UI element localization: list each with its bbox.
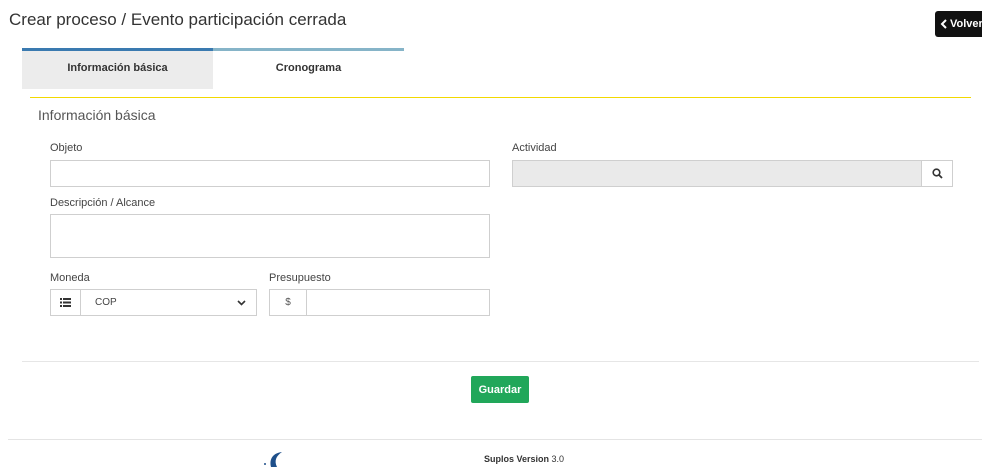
section-divider bbox=[30, 97, 971, 98]
objeto-label: Objeto bbox=[50, 142, 83, 154]
actividad-label: Actividad bbox=[512, 142, 557, 154]
version-number: 3.0 bbox=[551, 454, 565, 464]
presupuesto-prefix: $ bbox=[269, 289, 307, 316]
tab-bar: Información básica Cronograma bbox=[22, 48, 404, 89]
form-panel: Información básica Objeto Actividad Desc… bbox=[22, 89, 979, 362]
footer-divider bbox=[8, 439, 982, 440]
moneda-addon bbox=[50, 289, 81, 316]
moneda-select[interactable]: COP bbox=[80, 289, 257, 316]
footer-version: Suplos Version 3.0 bbox=[484, 454, 564, 464]
save-button[interactable]: Guardar bbox=[471, 376, 529, 403]
back-button-label: Volver bbox=[950, 18, 982, 30]
tab-informacion-basica[interactable]: Información básica bbox=[22, 48, 213, 89]
back-button[interactable]: Volver bbox=[935, 11, 982, 37]
objeto-input[interactable] bbox=[50, 160, 490, 187]
actividad-input bbox=[512, 160, 922, 187]
tab-cronograma[interactable]: Cronograma bbox=[213, 48, 404, 89]
search-icon bbox=[931, 168, 943, 179]
descripcion-label: Descripción / Alcance bbox=[50, 197, 156, 209]
currency-symbol: $ bbox=[285, 297, 291, 308]
moneda-label: Moneda bbox=[50, 272, 90, 284]
suplos-logo bbox=[264, 452, 282, 467]
descripcion-textarea[interactable] bbox=[50, 214, 490, 258]
list-icon bbox=[60, 298, 71, 307]
version-label: Suplos Version bbox=[484, 454, 550, 464]
presupuesto-input[interactable] bbox=[306, 289, 490, 316]
chevron-down-icon bbox=[237, 300, 246, 306]
moneda-selected-value: COP bbox=[95, 297, 117, 308]
chevron-left-icon bbox=[940, 19, 947, 29]
presupuesto-label: Presupuesto bbox=[269, 272, 331, 284]
actividad-search-button[interactable] bbox=[921, 160, 953, 187]
page-title: Crear proceso / Evento participación cer… bbox=[9, 10, 347, 29]
section-title: Información básica bbox=[38, 107, 156, 123]
